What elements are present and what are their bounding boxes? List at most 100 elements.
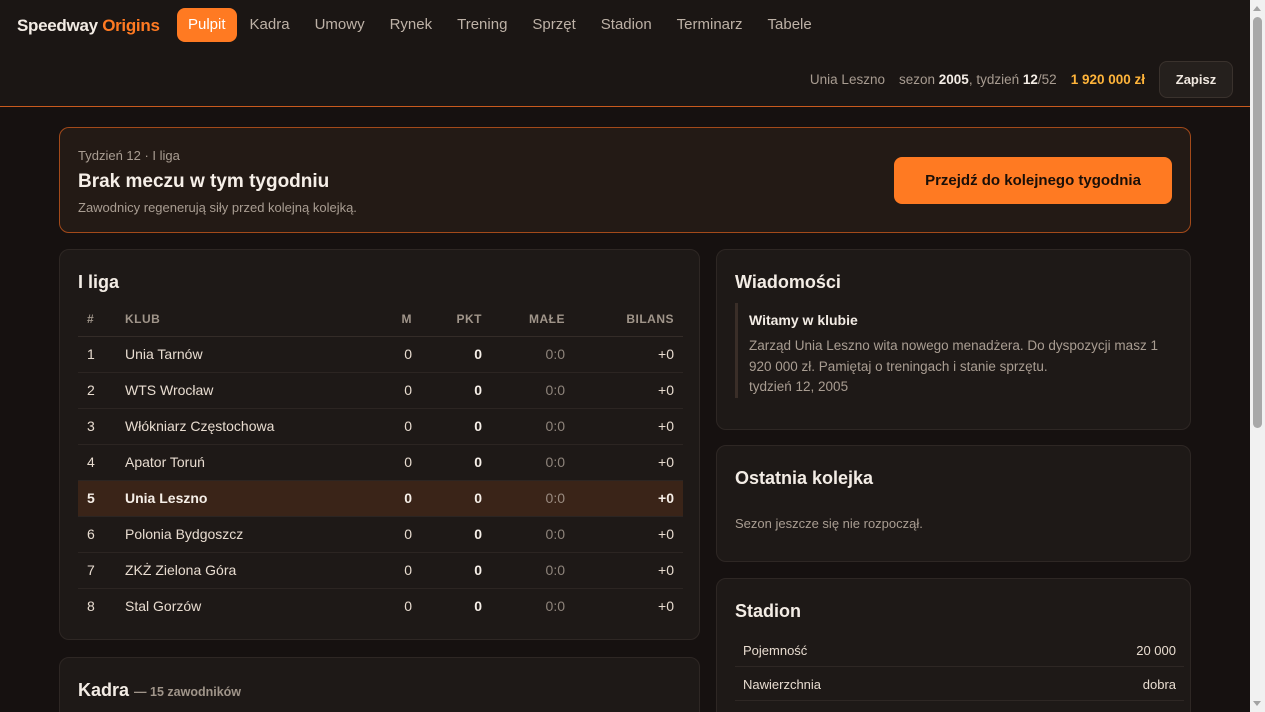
cell-pos: 8 xyxy=(87,598,95,615)
table-row[interactable]: 7 ZKŻ Zielona Góra 0 0 0:0 +0 xyxy=(78,552,683,589)
last-round-text: Sezon jeszcze się nie rozpoczął. xyxy=(735,516,923,531)
scroll-up-arrow-icon[interactable] xyxy=(1253,6,1261,11)
col-pos: # xyxy=(78,302,125,337)
cell-m: 0 xyxy=(371,516,421,553)
cell-pos: 2 xyxy=(78,372,125,409)
news-item-date: tydzień 12, 2005 xyxy=(749,379,849,394)
league-table: # KLUB M PKT MAŁE BILANS 1 Unia Tarnów 0 0 0… xyxy=(78,302,683,624)
stadium-capacity-label: Pojemność xyxy=(743,643,808,658)
cell-pos: 7 xyxy=(78,552,125,589)
cell-male: 0:0 xyxy=(545,598,565,615)
cell-club: Stal Gorzów xyxy=(125,598,202,615)
nav-trening[interactable]: Trening xyxy=(445,8,519,42)
league-title: I liga xyxy=(78,272,120,292)
cell-male: 0:0 xyxy=(491,408,574,445)
banner-title: Brak meczu w tym tygodniu xyxy=(78,171,330,192)
cell-pos: 5 xyxy=(78,480,125,517)
cell-m: 0 xyxy=(371,480,421,517)
last-round-title: Ostatnia kolejka xyxy=(735,468,874,488)
table-row[interactable]: 6 Polonia Bydgoszcz 0 0 0:0 +0 xyxy=(78,516,683,553)
table-header-row: # KLUB M PKT MAŁE BILANS xyxy=(78,302,683,337)
squad-count: — 15 zawodników xyxy=(134,685,242,699)
table-row[interactable]: 3 Włókniarz Częstochowa 0 0 0:0 +0 xyxy=(78,408,683,445)
col-club: KLUB xyxy=(125,302,371,337)
cell-m: 0 xyxy=(371,552,421,589)
cell-bilans: +0 xyxy=(574,336,683,373)
table-row[interactable]: 8 Stal Gorzów 0 0 0:0 +0 xyxy=(78,588,683,624)
app-logo[interactable]: Speedway Origins xyxy=(17,16,160,36)
table-row[interactable]: 1 Unia Tarnów 0 0 0:0 +0 xyxy=(78,336,683,373)
nav-sprzet[interactable]: Sprzęt xyxy=(520,8,587,42)
nav-rynek[interactable]: Rynek xyxy=(378,8,445,42)
cell-m: 0 xyxy=(371,444,421,481)
stadium-surface-label: Nawierzchnia xyxy=(743,677,822,692)
cell-pos: 3 xyxy=(78,408,125,445)
cell-pkt: 0 xyxy=(421,552,491,589)
table-row[interactable]: 4 Apator Toruń 0 0 0:0 +0 xyxy=(78,444,683,481)
budget: 1 920 000 zł xyxy=(1070,72,1145,87)
season-info: sezon 2005, tydzień 12/52 xyxy=(899,72,1057,87)
cell-club: Unia Tarnów xyxy=(125,336,371,373)
scroll-thumb[interactable] xyxy=(1253,17,1262,428)
col-male: MAŁE xyxy=(491,302,574,337)
save-button[interactable]: Zapisz xyxy=(1159,61,1233,98)
nav-tabele[interactable]: Tabele xyxy=(756,8,824,42)
next-week-button[interactable]: Przejdź do kolejnego tygodnia xyxy=(894,157,1172,204)
cell-male: 0:0 xyxy=(491,336,574,373)
cell-male: 0:0 xyxy=(491,516,574,553)
nav-pulpit[interactable]: Pulpit xyxy=(177,8,237,42)
cell-m: 0 xyxy=(371,372,421,409)
cell-pkt: 0 xyxy=(421,408,491,445)
squad-title-text: Kadra xyxy=(78,680,130,700)
cell-pos: 6 xyxy=(78,516,125,553)
col-bilans: BILANS xyxy=(574,302,683,337)
table-row[interactable]: 2 WTS Wrocław 0 0 0:0 +0 xyxy=(78,372,683,409)
cell-bilans: +0 xyxy=(658,598,674,615)
cell-pkt: 0 xyxy=(421,444,491,481)
cell-club: ZKŻ Zielona Góra xyxy=(125,552,371,589)
cell-pos: 1 xyxy=(78,336,125,373)
stadium-surface-value: dobra xyxy=(1142,677,1176,692)
cell-male: 0:0 xyxy=(491,480,574,517)
league-table-card: I liga # KLUB M PKT MAŁE BILANS 1 Unia Ta… xyxy=(59,249,700,640)
table-row[interactable]: 5 Unia Leszno 0 0 0:0 +0 xyxy=(78,480,683,517)
week-value: 12 xyxy=(1022,72,1038,87)
cell-pkt: 0 xyxy=(421,372,491,409)
cell-m: 0 xyxy=(404,598,412,615)
week-label: , tydzień xyxy=(968,72,1020,87)
nav-stadion[interactable]: Stadion xyxy=(589,8,664,42)
cell-male: 0:0 xyxy=(491,552,574,589)
col-pkt: PKT xyxy=(421,302,491,337)
logo-text-speedway: Speedway xyxy=(17,16,98,35)
cell-pkt: 0 xyxy=(421,516,491,553)
cell-m: 0 xyxy=(371,408,421,445)
stadium-title: Stadion xyxy=(735,601,801,621)
cell-pkt: 0 xyxy=(421,336,491,373)
nav-umowy[interactable]: Umowy xyxy=(303,8,377,42)
week-banner: Tydzień 12 · I liga Brak meczu w tym tyg… xyxy=(59,127,1191,233)
last-round-card: Ostatnia kolejka Sezon jeszcze się nie r… xyxy=(716,445,1191,562)
cell-pkt: 0 xyxy=(421,480,491,517)
season-value: 2005 xyxy=(938,72,969,87)
top-bar: Speedway Origins Pulpit Kadra Umowy Ryne… xyxy=(0,0,1250,107)
status-bar: Unia Leszno sezon 2005, tydzień 12/52 1 … xyxy=(810,72,1145,87)
news-card: Wiadomości Witamy w klubie Zarząd Unia L… xyxy=(716,249,1191,430)
squad-title: Kadra — 15 zawodników xyxy=(78,680,241,701)
scroll-down-arrow-icon[interactable] xyxy=(1253,701,1261,706)
cell-bilans: +0 xyxy=(574,444,683,481)
banner-kicker: Tydzień 12 · I liga xyxy=(78,148,180,163)
cell-club: WTS Wrocław xyxy=(125,372,371,409)
page-scrollbar[interactable] xyxy=(1250,0,1265,712)
nav-terminarz[interactable]: Terminarz xyxy=(665,8,755,42)
cell-bilans: +0 xyxy=(574,408,683,445)
cell-male: 0:0 xyxy=(491,444,574,481)
nav-kadra[interactable]: Kadra xyxy=(238,8,302,42)
col-m: M xyxy=(371,302,421,337)
cell-bilans: +0 xyxy=(574,372,683,409)
news-title: Wiadomości xyxy=(735,272,841,292)
club-name: Unia Leszno xyxy=(809,72,885,87)
news-item: Witamy w klubie Zarząd Unia Leszno wita … xyxy=(735,303,1174,398)
news-item-title: Witamy w klubie xyxy=(749,312,858,328)
stadium-row-capacity: Pojemność 20 000 xyxy=(735,633,1184,667)
cell-male: 0:0 xyxy=(491,372,574,409)
